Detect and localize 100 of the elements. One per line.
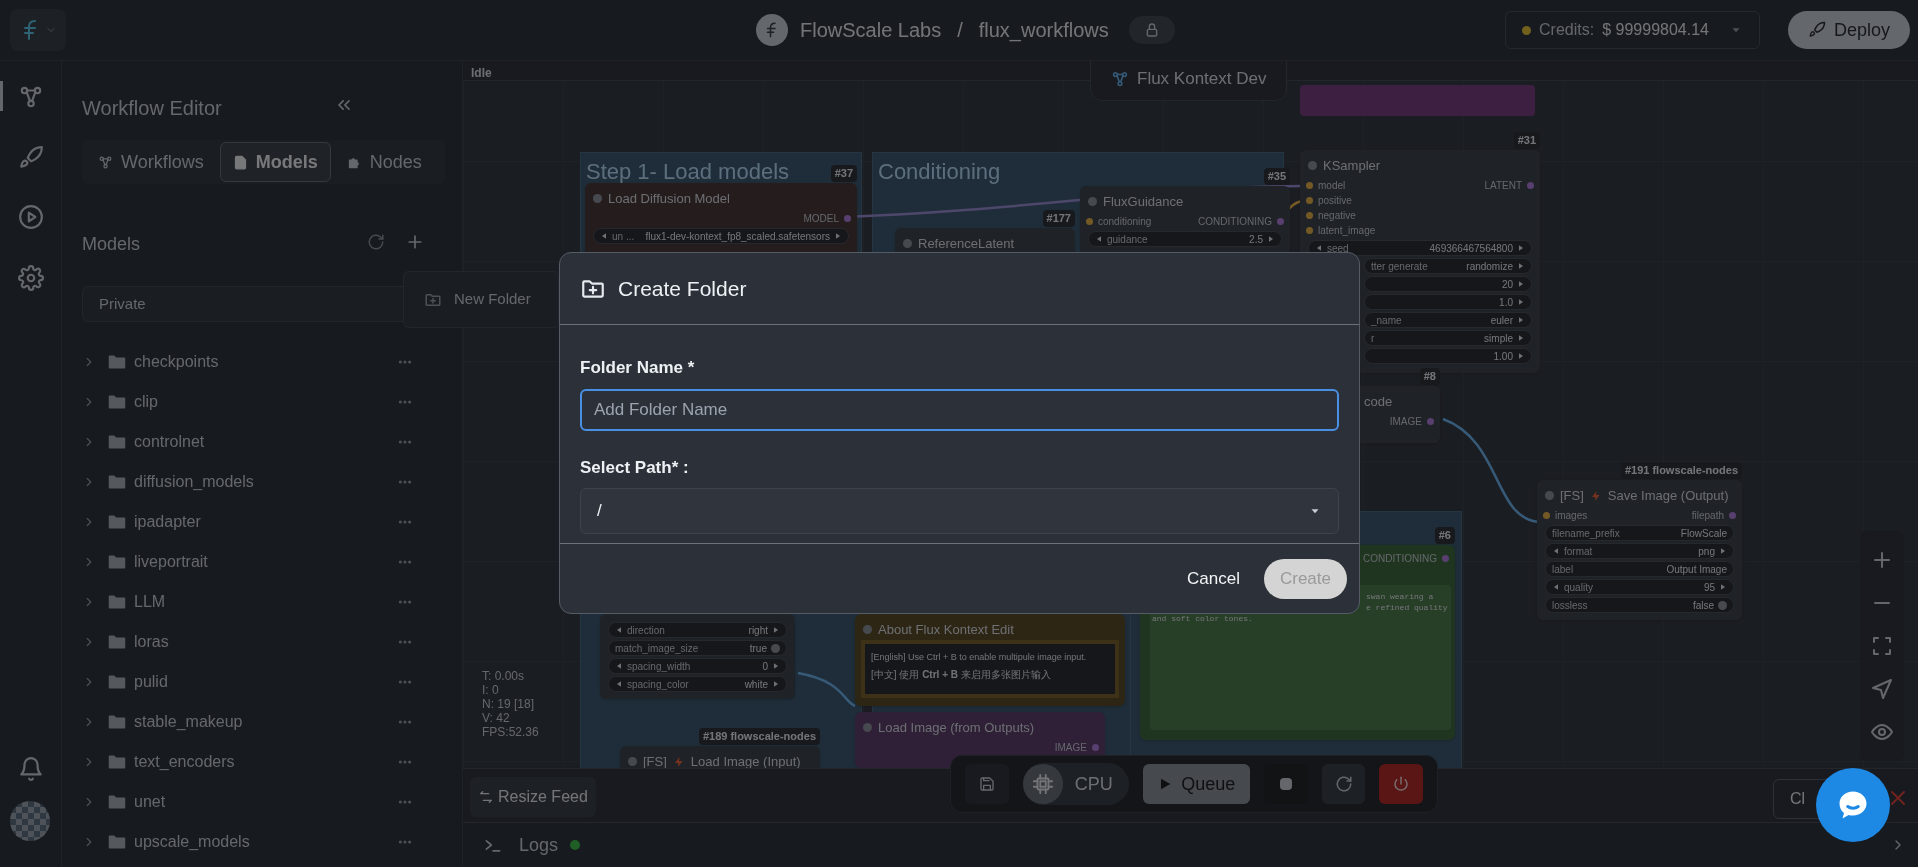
right-arrow-icon[interactable] bbox=[1719, 547, 1727, 555]
toggle-knob[interactable] bbox=[771, 643, 780, 653]
right-arrow-icon[interactable] bbox=[1517, 298, 1525, 306]
save-icon bbox=[978, 776, 995, 792]
left-arrow-icon[interactable] bbox=[1315, 244, 1323, 252]
node-widget[interactable]: guidance 2.5 bbox=[1088, 231, 1282, 247]
play-icon[interactable] bbox=[18, 204, 44, 230]
tab[interactable]: Models bbox=[219, 142, 331, 182]
right-arrow-icon[interactable] bbox=[1517, 316, 1525, 324]
folder-name[interactable]: clip bbox=[134, 390, 397, 414]
logs-label[interactable]: Logs bbox=[519, 831, 559, 859]
right-arrow-icon[interactable] bbox=[772, 680, 780, 688]
user-avatar[interactable] bbox=[10, 801, 50, 841]
bell-icon[interactable] bbox=[18, 756, 44, 782]
node-widget[interactable]: 1.00 bbox=[1364, 348, 1532, 364]
widget-value: FlowScale bbox=[1680, 526, 1727, 541]
collapsed-node[interactable] bbox=[1300, 85, 1535, 116]
node-widget[interactable]: tter generate randomize bbox=[1364, 258, 1532, 274]
node-widget[interactable]: direction right bbox=[608, 622, 787, 638]
left-arrow-icon[interactable] bbox=[615, 662, 623, 670]
node-widget[interactable]: spacing_color white bbox=[608, 676, 787, 692]
folder-name[interactable]: upscale_models bbox=[134, 830, 397, 854]
tab[interactable]: Nodes bbox=[334, 142, 434, 182]
power-button[interactable] bbox=[1379, 764, 1423, 804]
resize-feed-button[interactable]: Resize Feed bbox=[470, 777, 596, 817]
save-button[interactable] bbox=[965, 764, 1009, 804]
node-badge: #8 bbox=[1419, 368, 1440, 385]
right-arrow-icon[interactable] bbox=[1719, 583, 1727, 591]
folder-name[interactable]: controlnet bbox=[134, 430, 397, 454]
left-arrow-icon[interactable] bbox=[615, 626, 623, 634]
dialog-title: Create Folder bbox=[618, 275, 747, 302]
right-arrow-icon[interactable] bbox=[772, 626, 780, 634]
node-card[interactable]: [FS] Load Image (Input) bbox=[620, 746, 820, 768]
folder-name[interactable]: loras bbox=[134, 630, 397, 654]
right-arrow-icon[interactable] bbox=[834, 232, 842, 240]
node-widget[interactable]: 20 bbox=[1364, 276, 1532, 292]
left-arrow-icon[interactable] bbox=[1095, 235, 1103, 243]
toggle-knob[interactable] bbox=[1718, 600, 1727, 610]
right-arrow-icon[interactable] bbox=[1517, 262, 1525, 270]
send-icon[interactable] bbox=[1870, 676, 1894, 701]
folder-name[interactable]: checkpoints bbox=[134, 350, 397, 374]
workspace-name[interactable]: FlowScale Labs bbox=[800, 15, 942, 45]
node-widget[interactable]: lossless false bbox=[1545, 597, 1734, 613]
node-card[interactable]: [FS] Save Image (Output) images filepath filename_prefix FlowScale format png label Output Image quality 95 lossless false bbox=[1537, 480, 1742, 620]
node-widget[interactable]: filename_prefix FlowScale bbox=[1545, 525, 1734, 541]
node-widget[interactable]: un ... flux1-dev-kontext_fp8_scaled.safetensors bbox=[593, 228, 849, 244]
folder-name[interactable]: stable_makeup bbox=[134, 710, 397, 734]
node-widget[interactable]: match_image_size true bbox=[608, 640, 787, 656]
node-widget[interactable]: quality 95 bbox=[1545, 579, 1734, 595]
folder-name[interactable]: ipadapter bbox=[134, 510, 397, 534]
node-card[interactable]: About Flux Kontext Edit [English] Use Ctrl + B to enable multipule image input. [中文] 使用 Ctrl + B 来启用多张图片输入 bbox=[855, 614, 1125, 706]
node-widget[interactable]: label Output Image bbox=[1545, 561, 1734, 577]
workflow-title-pill[interactable]: Flux Kontext Dev bbox=[1090, 61, 1288, 101]
widget-value: randomize bbox=[1466, 259, 1513, 274]
left-arrow-icon[interactable] bbox=[1552, 583, 1560, 591]
fit-view-icon[interactable] bbox=[1870, 634, 1894, 658]
node-title: Save Image (Output) bbox=[1607, 487, 1729, 505]
node-widget[interactable]: spacing_width 0 bbox=[608, 658, 787, 674]
logo-button[interactable] bbox=[10, 9, 66, 51]
node-widget[interactable]: _name euler bbox=[1364, 312, 1532, 328]
device-toggle[interactable]: CPU bbox=[1022, 763, 1129, 805]
cancel-button[interactable]: Cancel bbox=[1187, 565, 1240, 592]
rocket-icon[interactable] bbox=[18, 145, 44, 171]
left-arrow-icon[interactable] bbox=[615, 680, 623, 688]
settings-icon[interactable] bbox=[18, 265, 44, 291]
right-arrow-icon[interactable] bbox=[772, 662, 780, 670]
refresh-button[interactable] bbox=[1321, 764, 1366, 804]
right-arrow-icon[interactable] bbox=[1517, 280, 1525, 288]
folder-name-input[interactable]: Add Folder Name bbox=[580, 388, 1339, 431]
port-label: model bbox=[1318, 179, 1346, 193]
right-arrow-icon[interactable] bbox=[1517, 334, 1525, 342]
node-widget[interactable]: 1.0 bbox=[1364, 294, 1532, 310]
left-arrow-icon[interactable] bbox=[600, 232, 608, 240]
folder-name[interactable]: pulid bbox=[134, 670, 397, 694]
graph-icon[interactable] bbox=[18, 84, 44, 110]
folder-name[interactable]: unet bbox=[134, 790, 397, 814]
tab[interactable]: Workflows bbox=[86, 142, 216, 182]
right-arrow-icon[interactable] bbox=[1517, 244, 1525, 252]
queue-button[interactable]: Queue bbox=[1142, 764, 1250, 804]
node-card[interactable]: direction right match_image_size true spacing_width 0 spacing_color white bbox=[600, 614, 795, 699]
lock-button[interactable] bbox=[1128, 16, 1175, 44]
left-arrow-icon[interactable] bbox=[1552, 547, 1560, 555]
port-label: CONDITIONING bbox=[1198, 215, 1272, 229]
widget-label: match_image_size bbox=[615, 641, 700, 656]
node-widget[interactable]: r simple bbox=[1364, 330, 1532, 346]
right-arrow-icon[interactable] bbox=[1517, 352, 1525, 360]
path-select[interactable]: / bbox=[580, 488, 1339, 534]
widget-value: 2.5 bbox=[1249, 232, 1263, 247]
node-widget[interactable]: format png bbox=[1545, 543, 1734, 559]
node-card[interactable]: FluxGuidance conditioning CONDITIONING guidance 2.5 bbox=[1080, 186, 1290, 254]
folder-name[interactable]: liveportrait bbox=[134, 550, 397, 574]
folder-name[interactable]: LLM bbox=[134, 590, 397, 614]
folder-name[interactable]: text_encoders bbox=[134, 750, 397, 774]
node-widget[interactable]: seed 469366467564800 bbox=[1308, 240, 1532, 256]
right-arrow-icon[interactable] bbox=[1267, 235, 1275, 243]
folder-name[interactable]: diffusion_models bbox=[134, 470, 397, 494]
credits-dropdown[interactable]: Credits: $ 99999804.14 bbox=[1505, 11, 1760, 49]
deploy-button[interactable]: Deploy bbox=[1787, 11, 1910, 49]
refresh-icon[interactable] bbox=[367, 233, 385, 251]
project-name[interactable]: flux_workflows bbox=[978, 15, 1109, 45]
